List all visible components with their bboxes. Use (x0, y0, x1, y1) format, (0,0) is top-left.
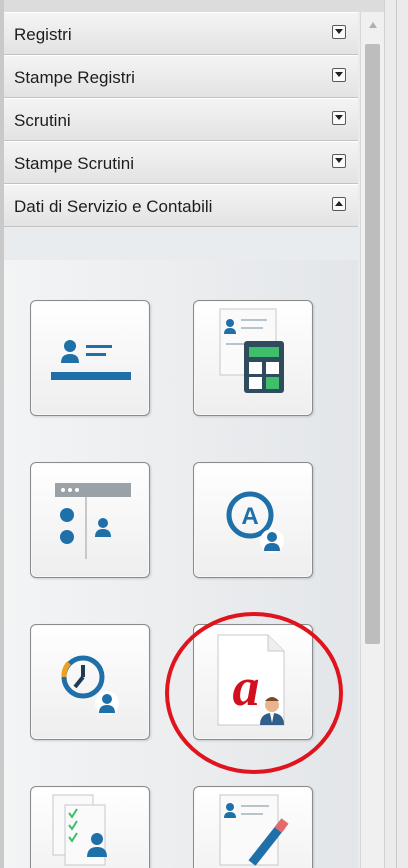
tile-letter-a-user[interactable]: A (193, 462, 313, 578)
vertical-scrollbar[interactable] (360, 12, 384, 868)
scrollbar-thumb[interactable] (365, 44, 380, 644)
checklist-user-icon (52, 794, 107, 866)
document-edit-icon (219, 794, 289, 866)
chevron-down-icon[interactable] (332, 154, 346, 168)
tile-calculator-document[interactable] (193, 300, 313, 416)
accordion-label: Stampe Scrutini (14, 154, 134, 173)
user-letter-a-icon: A (226, 491, 284, 553)
accordion-header-stampe-scrutini[interactable]: Stampe Scrutini (4, 141, 358, 184)
tile-window-users[interactable] (30, 462, 150, 578)
scroll-up-arrow-icon[interactable] (366, 18, 380, 32)
chevron-down-icon[interactable] (332, 68, 346, 82)
tiles-container: A a (4, 260, 358, 868)
tile-clock-user[interactable] (30, 624, 150, 740)
accordion-header-scrutini[interactable]: Scrutini (4, 98, 358, 141)
tile-checklist-user[interactable] (30, 786, 150, 868)
accordion-header-stampe-registri[interactable]: Stampe Registri (4, 55, 358, 98)
clock-user-icon (61, 655, 119, 715)
id-card-icon (51, 340, 131, 380)
tile-id-card[interactable] (30, 300, 150, 416)
tile-document-edit[interactable] (193, 786, 313, 868)
svg-text:a: a (233, 657, 260, 717)
tile-acrobat-user[interactable]: a (193, 624, 313, 740)
accordion-label: Registri (14, 25, 72, 44)
accordion-header-registri[interactable]: Registri (4, 12, 358, 55)
chevron-down-icon[interactable] (332, 111, 346, 125)
chevron-down-icon[interactable] (332, 25, 346, 39)
right-frame-line (396, 0, 397, 868)
accordion-header-dati-servizio[interactable]: Dati di Servizio e Contabili (4, 184, 358, 227)
accordion-label: Scrutini (14, 111, 71, 130)
acrobat-user-icon: a (217, 634, 285, 726)
accordion-panel: Registri Stampe Registri Scrutini Stampe… (4, 12, 365, 868)
chevron-up-icon[interactable] (332, 197, 346, 211)
accordion-label: Dati di Servizio e Contabili (14, 197, 213, 216)
svg-text:A: A (241, 503, 258, 530)
calculator-document-icon (219, 308, 284, 393)
window-user-list-icon (55, 483, 131, 559)
accordion-label: Stampe Registri (14, 68, 135, 87)
